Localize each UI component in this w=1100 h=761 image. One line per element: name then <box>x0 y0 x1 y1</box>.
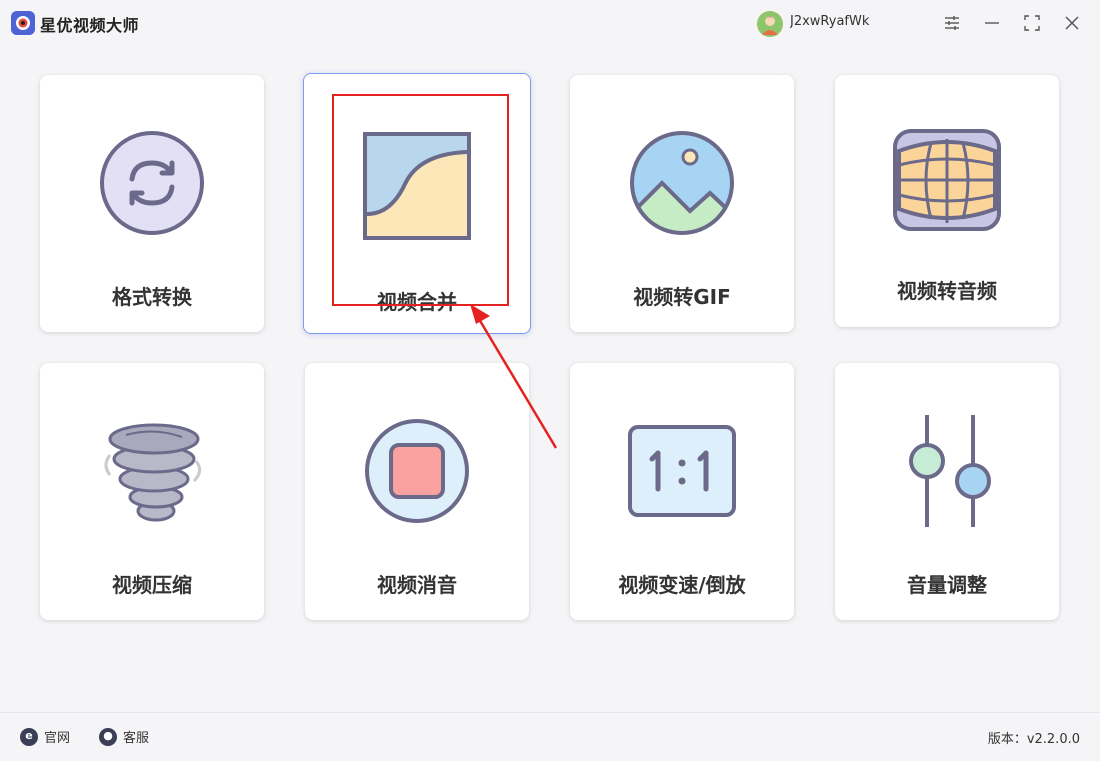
tool-card-video-merge[interactable]: 视频合并 <box>303 73 531 334</box>
tool-card-format-convert[interactable]: 格式转换 <box>40 75 264 332</box>
tool-card-video-gif[interactable]: 视频转GIF <box>570 75 794 332</box>
app-logo-icon <box>11 11 35 35</box>
tool-label: 视频消音 <box>377 573 457 597</box>
support-link[interactable]: ● 客服 <box>99 727 149 746</box>
version-text: 版本：v2.2.0.0 <box>987 732 1080 747</box>
username-redaction <box>872 14 920 29</box>
app-title: 星优视频大师 <box>40 16 140 35</box>
tool-card-video-speed[interactable]: 视频变速/倒放 <box>570 363 794 620</box>
video-mute-icon <box>361 415 473 527</box>
video-audio-icon <box>891 127 1003 239</box>
video-gif-icon <box>626 127 738 239</box>
footer: e 官网 ● 客服 版本：v2.2.0.0 <box>0 712 1100 761</box>
video-speed-icon <box>626 415 738 527</box>
tool-card-video-compress[interactable]: 视频压缩 <box>40 363 264 620</box>
minimize-icon[interactable] <box>982 13 1002 33</box>
volume-adjust-icon <box>891 415 1003 527</box>
chat-icon: ● <box>99 727 117 746</box>
avatar[interactable] <box>757 11 783 37</box>
website-icon: e <box>20 727 38 746</box>
tool-label: 视频转音频 <box>897 279 997 303</box>
tool-label: 视频压缩 <box>112 573 192 597</box>
tool-card-video-mute[interactable]: 视频消音 <box>305 363 529 620</box>
tool-card-volume-adjust[interactable]: 音量调整 <box>835 363 1059 620</box>
video-merge-icon <box>361 130 473 242</box>
tool-label: 音量调整 <box>907 573 987 597</box>
user-name[interactable]: J2xwRyafWk <box>790 14 920 29</box>
title-bar: 星优视频大师 J2xwRyafWk <box>0 0 1100 48</box>
tool-label: 格式转换 <box>112 285 192 309</box>
tool-label: 视频转GIF <box>633 285 731 309</box>
tool-label: 视频合并 <box>377 290 457 314</box>
format-convert-icon <box>96 127 208 239</box>
website-link[interactable]: e 官网 <box>20 727 70 746</box>
settings-icon[interactable] <box>942 13 962 33</box>
tool-label: 视频变速/倒放 <box>618 573 746 597</box>
video-compress-icon <box>96 415 208 527</box>
maximize-icon[interactable] <box>1022 13 1042 33</box>
tool-card-video-audio[interactable]: 视频转音频 <box>835 75 1059 327</box>
close-icon[interactable] <box>1062 13 1082 33</box>
